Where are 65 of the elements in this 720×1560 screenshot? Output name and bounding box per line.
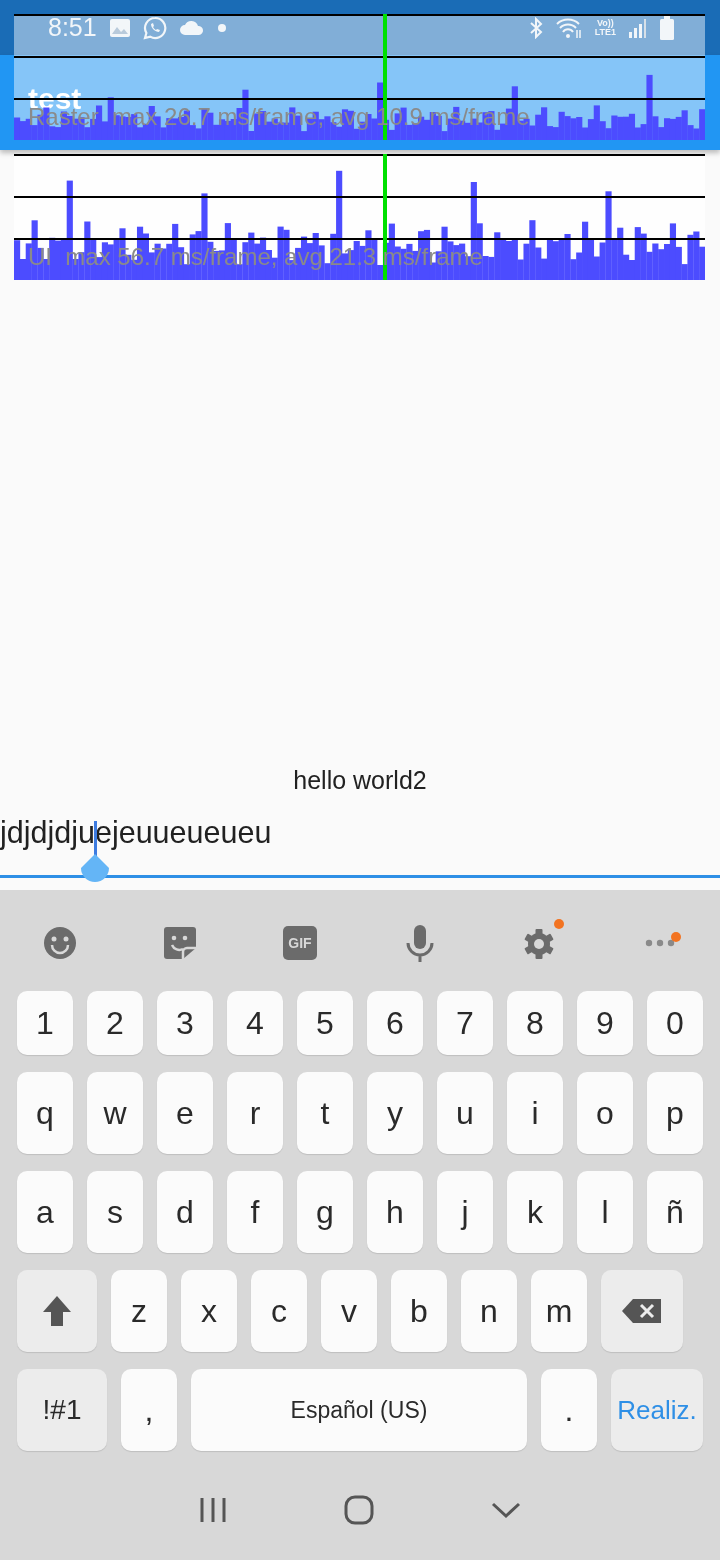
- gif-button[interactable]: GIF: [283, 925, 317, 960]
- dot-icon: [216, 22, 227, 33]
- keyboard-key[interactable]: o: [577, 1072, 633, 1154]
- keyboard-key[interactable]: 0: [647, 991, 703, 1055]
- keyboard-key[interactable]: x: [181, 1270, 237, 1352]
- keyboard-key[interactable]: 5: [297, 991, 353, 1055]
- keyboard-key[interactable]: l: [577, 1171, 633, 1253]
- keyboard-key[interactable]: u: [437, 1072, 493, 1154]
- keyboard-key[interactable]: b: [391, 1270, 447, 1352]
- space-bar[interactable]: Español (US): [191, 1369, 527, 1451]
- chat-bubble-icon: [142, 15, 167, 40]
- smiley-icon[interactable]: [43, 925, 77, 960]
- bluetooth-icon: [528, 16, 543, 39]
- keyboard-key[interactable]: .: [541, 1369, 597, 1451]
- keyboard-key[interactable]: ,: [121, 1369, 177, 1451]
- backspace-key[interactable]: [601, 1270, 683, 1352]
- image-icon: [108, 17, 131, 38]
- keyboard-key[interactable]: h: [367, 1171, 423, 1253]
- symbols-key[interactable]: !#1: [17, 1369, 107, 1451]
- sticker-icon[interactable]: [163, 925, 197, 960]
- body-text: hello world2: [293, 766, 427, 794]
- chevron-down-icon[interactable]: [491, 1501, 522, 1519]
- keyboard-key[interactable]: g: [297, 1171, 353, 1253]
- keyboard-key[interactable]: k: [507, 1171, 563, 1253]
- keyboard-key[interactable]: 7: [437, 991, 493, 1055]
- network-type-label: LTE1: [594, 27, 616, 37]
- keyboard-key[interactable]: v: [321, 1270, 377, 1352]
- keyboard-key[interactable]: 4: [227, 991, 283, 1055]
- home-button-icon[interactable]: [344, 1495, 374, 1525]
- keyboard-key[interactable]: a: [17, 1171, 73, 1253]
- clock-time: 8:51: [48, 13, 97, 42]
- keyboard-key[interactable]: 2: [87, 991, 143, 1055]
- battery-icon: [660, 15, 674, 40]
- keyboard-key[interactable]: 1: [17, 991, 73, 1055]
- backspace-icon: [621, 1298, 663, 1324]
- keyboard-key[interactable]: r: [227, 1072, 283, 1154]
- keyboard-key[interactable]: t: [297, 1072, 353, 1154]
- keyboard-key[interactable]: q: [17, 1072, 73, 1154]
- keyboard-key[interactable]: c: [251, 1270, 307, 1352]
- keyboard-key[interactable]: p: [647, 1072, 703, 1154]
- keyboard-key[interactable]: 6: [367, 991, 423, 1055]
- shift-key[interactable]: [17, 1270, 97, 1352]
- volte-label: Vo)): [596, 18, 614, 28]
- keyboard-key[interactable]: 9: [577, 991, 633, 1055]
- keyboard-key[interactable]: i: [507, 1072, 563, 1154]
- more-icon[interactable]: [645, 937, 675, 948]
- shift-arrow-icon: [42, 1295, 72, 1327]
- keyboard-key[interactable]: 3: [157, 991, 213, 1055]
- microphone-icon[interactable]: [405, 923, 435, 962]
- cloud-icon: [178, 19, 205, 36]
- keyboard-key[interactable]: y: [367, 1072, 423, 1154]
- keyboard-key[interactable]: m: [531, 1270, 587, 1352]
- keyboard-key[interactable]: f: [227, 1171, 283, 1253]
- recent-apps-icon[interactable]: [198, 1497, 227, 1523]
- keyboard-key[interactable]: ñ: [647, 1171, 703, 1253]
- keyboard-key[interactable]: w: [87, 1072, 143, 1154]
- wifi-icon: [554, 16, 583, 39]
- keyboard-key[interactable]: z: [111, 1270, 167, 1352]
- keyboard-key[interactable]: e: [157, 1072, 213, 1154]
- keyboard-key[interactable]: j: [437, 1171, 493, 1253]
- keyboard-key[interactable]: 8: [507, 991, 563, 1055]
- keyboard-key[interactable]: s: [87, 1171, 143, 1253]
- keyboard-key[interactable]: n: [461, 1270, 517, 1352]
- signal-icon: [628, 16, 648, 39]
- keyboard-key[interactable]: d: [157, 1171, 213, 1253]
